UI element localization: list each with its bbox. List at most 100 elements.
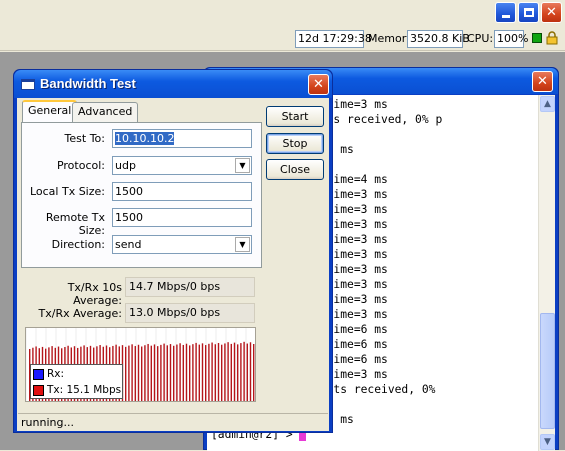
avg-10s-label: Tx/Rx 10s Average: bbox=[67, 281, 122, 307]
terminal-close-button[interactable]: ✕ bbox=[532, 71, 553, 92]
graph-bar bbox=[249, 342, 252, 401]
local-tx-size-input[interactable]: 1500 bbox=[112, 182, 252, 201]
graph-bar bbox=[166, 345, 168, 401]
graph-bar bbox=[134, 346, 136, 401]
avg-label: Tx/Rx Average: bbox=[38, 307, 122, 320]
graph-bar bbox=[163, 343, 165, 401]
graph-bar bbox=[147, 343, 149, 401]
graph-bar bbox=[125, 346, 127, 401]
graph-bar bbox=[160, 344, 162, 401]
graph-bar bbox=[141, 346, 143, 401]
graph-bar bbox=[189, 345, 191, 401]
graph-bar bbox=[208, 343, 210, 401]
graph-bar bbox=[205, 345, 207, 401]
dialog-status: running... bbox=[18, 413, 328, 431]
scroll-up-icon[interactable]: ▲ bbox=[540, 96, 555, 112]
protocol-label: Protocol: bbox=[56, 159, 105, 172]
bandwidth-test-dialog: Bandwidth Test ✕ General Advanced Test T… bbox=[13, 69, 333, 433]
scroll-thumb[interactable] bbox=[540, 313, 555, 429]
test-to-input[interactable]: 10.10.10.2 bbox=[112, 129, 252, 148]
direction-select[interactable]: send ▼ bbox=[112, 235, 252, 254]
legend-rx-label: Rx: bbox=[47, 368, 65, 380]
chevron-down-icon[interactable]: ▼ bbox=[235, 158, 250, 173]
rx-color-swatch bbox=[33, 368, 44, 380]
direction-value: send bbox=[115, 238, 142, 251]
graph-bar bbox=[128, 345, 130, 401]
graph-bar bbox=[144, 345, 146, 401]
graph-bar bbox=[246, 343, 248, 401]
graph-bar bbox=[176, 344, 178, 401]
close-icon: ✕ bbox=[546, 5, 557, 20]
graph-bar bbox=[201, 343, 204, 401]
memory-value: 3520.8 KiB bbox=[407, 30, 470, 48]
graph-bar bbox=[198, 344, 200, 401]
direction-label: Direction: bbox=[51, 238, 105, 251]
remote-tx-size-input[interactable]: 1500 bbox=[112, 208, 252, 227]
graph-bar bbox=[182, 344, 184, 401]
protocol-select[interactable]: udp ▼ bbox=[112, 156, 252, 175]
protocol-value: udp bbox=[115, 159, 136, 172]
main-window-top: ✕ bbox=[0, 0, 565, 27]
chevron-down-icon[interactable]: ▼ bbox=[235, 237, 250, 252]
status-bar: 12d 17:29:38 Memory: 3520.8 KiB CPU: 100… bbox=[0, 27, 565, 51]
graph-bar bbox=[240, 343, 242, 401]
tab-general[interactable]: General bbox=[22, 100, 78, 122]
graph-bar bbox=[253, 344, 255, 401]
dialog-title: Bandwidth Test bbox=[40, 76, 136, 91]
close-dialog-button[interactable]: Close bbox=[266, 159, 324, 180]
lock-icon bbox=[546, 31, 558, 45]
graph-bar bbox=[173, 345, 175, 401]
graph-bar bbox=[157, 346, 159, 401]
tx-color-swatch bbox=[33, 384, 44, 396]
cpu-value: 100% bbox=[494, 30, 528, 48]
avg-10s-value: 14.7 Mbps/0 bps bbox=[125, 277, 255, 297]
connection-status-icon bbox=[532, 33, 542, 43]
legend-tx-label: Tx: 15.1 Mbps bbox=[47, 384, 122, 396]
dialog-title-bar[interactable]: Bandwidth Test bbox=[14, 70, 332, 98]
graph-bar bbox=[211, 342, 213, 401]
graph-bar bbox=[227, 342, 229, 401]
dialog-body: General Advanced Test To: 10.10.10.2 Pro… bbox=[17, 98, 329, 431]
avg-value: 13.0 Mbps/0 bps bbox=[125, 303, 255, 323]
remote-tx-size-label: Remote Tx Size: bbox=[45, 211, 105, 237]
graph-bar bbox=[233, 342, 236, 401]
graph-bar bbox=[237, 344, 239, 401]
traffic-graph: Rx: Tx: 15.1 Mbps bbox=[25, 327, 256, 402]
start-button[interactable]: Start bbox=[266, 106, 324, 127]
window-icon bbox=[21, 79, 35, 90]
tab-advanced[interactable]: Advanced bbox=[72, 102, 139, 122]
minimize-icon bbox=[501, 15, 510, 18]
local-tx-size-label: Local Tx Size: bbox=[29, 185, 105, 198]
restore-button[interactable] bbox=[518, 2, 539, 23]
graph-bar bbox=[195, 342, 197, 401]
graph-bar bbox=[153, 344, 156, 401]
graph-bar bbox=[179, 343, 181, 401]
graph-legend: Rx: Tx: 15.1 Mbps bbox=[30, 364, 123, 399]
minimize-button[interactable] bbox=[495, 2, 516, 23]
uptime-display: 12d 17:29:38 bbox=[295, 30, 372, 48]
close-button[interactable]: ✕ bbox=[541, 2, 562, 23]
legend-tx: Tx: 15.1 Mbps bbox=[33, 383, 121, 397]
test-to-label: Test To: bbox=[64, 132, 105, 145]
close-icon: ✕ bbox=[537, 74, 548, 89]
graph-bar bbox=[137, 344, 140, 401]
graph-bar bbox=[230, 343, 232, 401]
graph-bar bbox=[185, 343, 188, 401]
graph-bar bbox=[169, 344, 172, 401]
dialog-close-button[interactable]: ✕ bbox=[308, 74, 329, 95]
cpu-label: CPU: bbox=[467, 32, 494, 45]
restore-icon bbox=[523, 8, 534, 17]
scroll-down-icon[interactable]: ▼ bbox=[540, 434, 555, 450]
test-to-value: 10.10.10.2 bbox=[115, 132, 175, 145]
graph-bar bbox=[221, 344, 223, 401]
close-icon: ✕ bbox=[313, 77, 324, 92]
stop-button[interactable]: Stop bbox=[266, 133, 324, 154]
terminal-scrollbar[interactable]: ▲ ▼ bbox=[538, 95, 555, 451]
legend-rx: Rx: bbox=[33, 367, 64, 381]
graph-bar bbox=[243, 341, 245, 401]
graph-bar bbox=[131, 344, 133, 401]
graph-bar bbox=[150, 345, 152, 401]
graph-bar bbox=[217, 342, 220, 401]
graph-bar bbox=[192, 344, 194, 401]
graph-bar bbox=[214, 344, 216, 401]
